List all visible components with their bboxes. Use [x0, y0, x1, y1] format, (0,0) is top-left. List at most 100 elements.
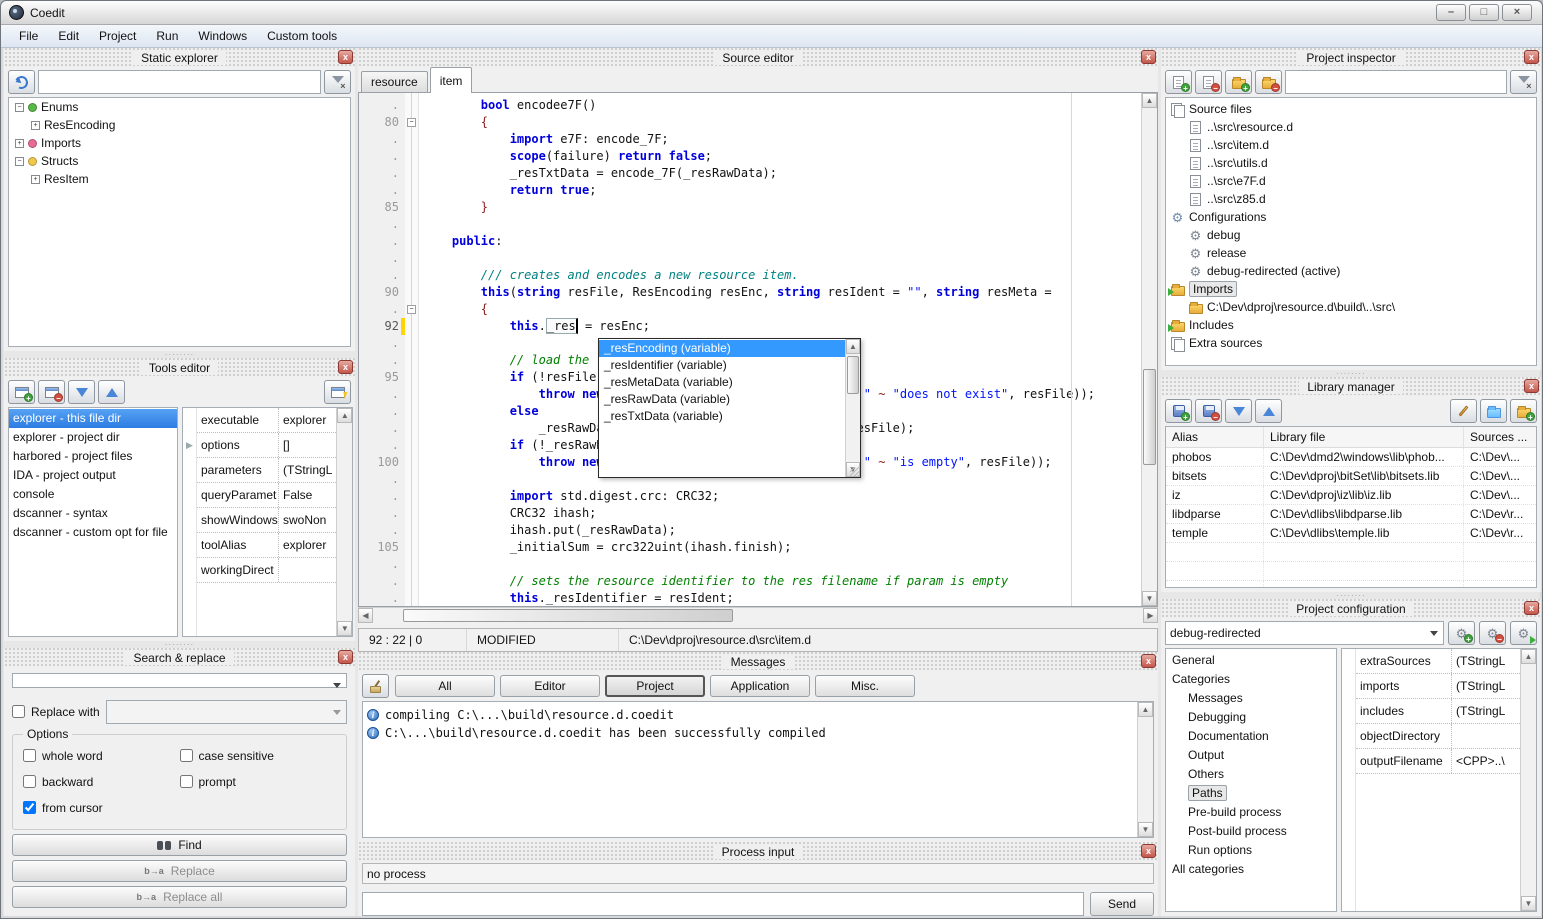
remove-config-button[interactable]: ⚙− — [1479, 621, 1506, 645]
tree-item[interactable]: −Structs — [9, 152, 350, 170]
project-tree-item[interactable]: Source files — [1166, 100, 1536, 118]
editor-vscrollbar[interactable]: ▲ ▼ — [1141, 93, 1157, 606]
property-row[interactable]: executableexplorer — [197, 408, 336, 433]
project-tree-item[interactable]: Imports — [1166, 280, 1536, 298]
checkbox-case-sensitive[interactable] — [180, 749, 193, 762]
project-tree-item[interactable]: ⚙debug — [1166, 226, 1536, 244]
scroll-left-icon[interactable]: ◀ — [358, 608, 373, 623]
property-value[interactable]: [] — [279, 433, 294, 457]
project-tree-item[interactable]: Includes — [1166, 316, 1536, 334]
category-item[interactable]: Categories — [1166, 670, 1336, 689]
library-from-project-button[interactable] — [1480, 399, 1507, 423]
filter-button-project[interactable]: Project — [605, 675, 705, 697]
scroll-up-icon[interactable]: ▲ — [1142, 93, 1157, 108]
property-value[interactable]: False — [279, 483, 316, 507]
property-row[interactable]: parameters(TStringL — [197, 458, 336, 483]
add-file-button[interactable]: + — [1165, 70, 1192, 94]
scroll-up-icon[interactable]: ▲ — [846, 339, 860, 354]
splitter[interactable]: ········ — [4, 641, 355, 648]
scroll-up-icon[interactable]: ▲ — [337, 408, 352, 423]
library-row[interactable]: izC:\Dev\dproj\iz\lib\iz.libC:\Dev\... — [1166, 486, 1536, 505]
popup-scrollbar[interactable]: ▲ ▼ — [845, 339, 860, 477]
library-row[interactable]: bitsetsC:\Dev\dproj\bitSet\lib\bitsets.l… — [1166, 467, 1536, 486]
list-item[interactable]: explorer - this file dir — [9, 409, 177, 428]
project-tree-item[interactable]: ..\src\z85.d — [1166, 190, 1536, 208]
message-row[interactable]: icompiling C:\...\build\resource.d.coedi… — [367, 706, 1133, 724]
splitter[interactable]: ········ — [1161, 370, 1541, 377]
send-button[interactable]: Send — [1090, 892, 1154, 916]
fold-collapse-icon[interactable]: − — [407, 305, 416, 314]
library-from-folder-button[interactable]: + — [1510, 399, 1537, 423]
project-tree-item[interactable]: ..\src\resource.d — [1166, 118, 1536, 136]
scrollbar-thumb[interactable] — [847, 356, 859, 394]
edit-library-button[interactable] — [1450, 399, 1477, 423]
menu-item-windows[interactable]: Windows — [188, 26, 257, 46]
scroll-up-icon[interactable]: ▲ — [1138, 702, 1153, 717]
filter-button-editor[interactable]: Editor — [500, 675, 600, 697]
close-panel-icon[interactable]: x — [338, 650, 353, 664]
clear-messages-button[interactable] — [362, 674, 389, 698]
project-tree-item[interactable]: Extra sources — [1166, 334, 1536, 352]
clear-filter-button[interactable] — [1510, 70, 1537, 94]
expand-icon[interactable]: + — [31, 121, 40, 130]
search-term-combobox[interactable] — [12, 673, 347, 688]
column-header[interactable]: Sources ... — [1464, 427, 1536, 447]
expand-icon[interactable]: + — [31, 175, 40, 184]
move-up-button[interactable] — [98, 380, 125, 404]
close-panel-icon[interactable]: x — [338, 50, 353, 64]
close-panel-icon[interactable]: x — [1141, 50, 1156, 64]
fold-column[interactable]: −− — [405, 93, 419, 606]
completion-item[interactable]: _resMetaData (variable) — [599, 374, 845, 391]
completion-item[interactable]: _resTxtData (variable) — [599, 408, 845, 425]
menu-item-run[interactable]: Run — [146, 26, 188, 46]
move-down-button[interactable] — [68, 380, 95, 404]
add-folder-button[interactable]: + — [1225, 70, 1252, 94]
close-panel-icon[interactable]: x — [1141, 844, 1156, 858]
configuration-selector[interactable]: debug-redirected — [1165, 621, 1444, 645]
scroll-right-icon[interactable]: ▶ — [1143, 608, 1158, 623]
tree-item[interactable]: +ResEncoding — [9, 116, 350, 134]
property-row[interactable]: imports(TStringL — [1356, 674, 1520, 699]
remove-library-button[interactable]: − — [1195, 399, 1222, 423]
property-row[interactable]: includes(TStringL — [1356, 699, 1520, 724]
property-row[interactable]: queryParametFalse — [197, 483, 336, 508]
tab-resource[interactable]: resource — [361, 71, 428, 92]
menu-item-custom-tools[interactable]: Custom tools — [257, 26, 347, 46]
close-button[interactable]: × — [1502, 4, 1532, 21]
project-tree-item[interactable]: ⚙debug-redirected (active) — [1166, 262, 1536, 280]
collapse-icon[interactable]: − — [15, 157, 24, 166]
property-value[interactable]: (TStringL — [1452, 649, 1509, 673]
maximize-button[interactable]: □ — [1469, 4, 1499, 21]
project-tree-item[interactable]: ..\src\item.d — [1166, 136, 1536, 154]
execute-tool-button[interactable] — [324, 380, 351, 404]
editor-hscrollbar[interactable]: ◀ ▶ — [358, 607, 1158, 623]
checkbox-from-cursor[interactable] — [23, 801, 36, 814]
category-item[interactable]: General — [1166, 651, 1336, 670]
scroll-down-icon[interactable]: ▼ — [1142, 591, 1157, 606]
collapse-icon[interactable]: − — [15, 103, 24, 112]
clone-config-button[interactable]: ⚙ — [1510, 621, 1537, 645]
remove-file-button[interactable]: − — [1195, 70, 1222, 94]
scroll-down-icon[interactable]: ▼ — [337, 621, 352, 636]
filter-button-application[interactable]: Application — [710, 675, 810, 697]
scroll-down-icon[interactable]: ▼ — [1138, 822, 1153, 837]
property-row[interactable]: options[] — [197, 433, 336, 458]
replace-term-combobox[interactable] — [106, 700, 347, 724]
property-value[interactable]: (TStringL — [279, 458, 336, 482]
project-tree-item[interactable]: ⚙release — [1166, 244, 1536, 262]
property-value[interactable]: <CPP>..\ — [1452, 749, 1509, 773]
column-header[interactable]: Library file — [1264, 427, 1464, 447]
grid-expander-icon[interactable]: ▶ — [186, 440, 193, 450]
close-panel-icon[interactable]: x — [338, 360, 353, 374]
category-item[interactable]: Paths — [1166, 784, 1336, 803]
list-item[interactable]: explorer - project dir — [9, 428, 177, 447]
process-input-field[interactable] — [362, 892, 1084, 916]
property-value[interactable] — [1452, 724, 1460, 748]
refresh-button[interactable] — [8, 70, 35, 94]
scrollbar-thumb[interactable] — [1143, 369, 1156, 465]
property-row[interactable]: workingDirect — [197, 558, 336, 583]
property-row[interactable]: toolAliasexplorer — [197, 533, 336, 558]
property-row[interactable]: outputFilename<CPP>..\ — [1356, 749, 1520, 774]
project-tree-item[interactable]: ⚙Configurations — [1166, 208, 1536, 226]
move-down-button[interactable] — [1225, 399, 1252, 423]
